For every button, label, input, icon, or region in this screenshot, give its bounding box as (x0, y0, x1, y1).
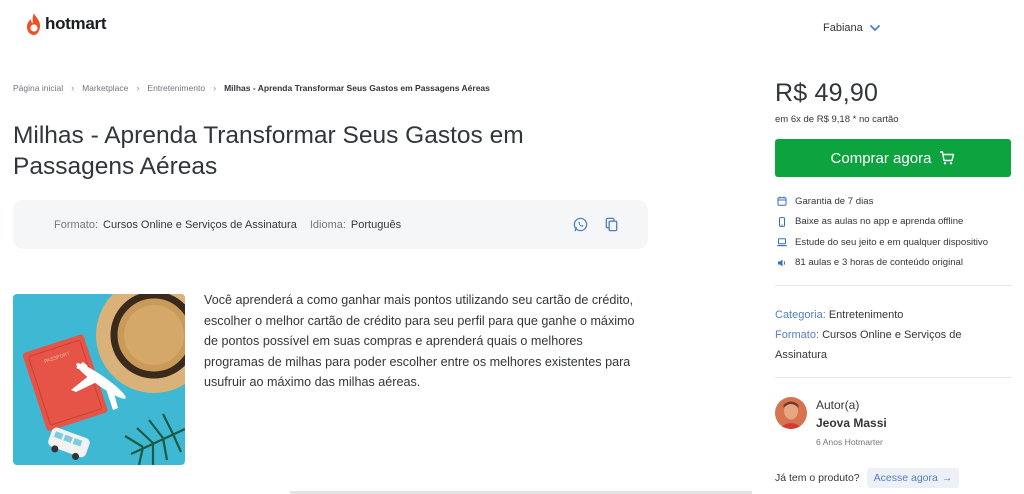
laptop-icon (777, 238, 787, 247)
hotmart-logo[interactable]: hotmart (25, 12, 106, 36)
author-card[interactable]: Autor(a) Jeova Massi 6 Anos Hotmarter (775, 397, 887, 449)
arrow-right-icon: → (941, 472, 953, 484)
author-label: Autor(a) (816, 398, 860, 412)
page-title: Milhas - Aprenda Transformar Seus Gastos… (13, 122, 524, 180)
share-icons (572, 216, 620, 233)
format-label: Formato: (54, 218, 99, 231)
language-value: Português (350, 218, 402, 231)
access-now-button[interactable]: Acesse agora → (866, 468, 960, 488)
avatar (775, 397, 807, 429)
logo-text: hotmart (45, 14, 107, 33)
breadcrumb-home[interactable]: Página inicial (13, 83, 63, 93)
breadcrumb-marketplace[interactable]: Marketplace (82, 83, 128, 93)
feature-item: 81 aulas e 3 horas de conteúdo original (777, 253, 988, 274)
feature-list: Garantia de 7 dias Baixe as aulas no app… (777, 191, 988, 273)
category-row: Categoria: Entretenimento (775, 305, 1011, 325)
breadcrumb: Página inicial › Marketplace › Entreteni… (13, 83, 490, 93)
format-info-box: Formato: Cursos Online e Serviços de Ass… (13, 200, 648, 249)
purchase-sidebar: R$ 49,90 em 6x de R$ 9,18 * no cartão Co… (762, 60, 1024, 494)
buy-now-button[interactable]: Comprar agora (775, 139, 1011, 177)
author-name: Jeova Massi (816, 416, 887, 430)
flame-icon (27, 13, 40, 35)
product-meta: Categoria: Entretenimento Formato: Curso… (775, 305, 1011, 365)
user-name: Fabiana (823, 22, 863, 34)
chevron-right-icon: › (136, 83, 140, 93)
chevron-down-icon (869, 25, 880, 32)
user-menu[interactable]: Fabiana (823, 22, 881, 34)
feature-item: Garantia de 7 dias (777, 191, 988, 212)
product-price: R$ 49,90 (775, 79, 879, 107)
header: hotmart Fabiana (0, 0, 1024, 60)
divider (775, 377, 1011, 378)
format-row: Formato: Cursos Online e Serviços de Ass… (775, 325, 1011, 365)
category-label: Categoria: (775, 309, 826, 321)
feature-text: 81 aulas e 3 horas de conteúdo original (795, 257, 964, 269)
meta-format-label: Formato: (775, 329, 820, 341)
feature-item: Estude do seu jeito e em qualquer dispos… (777, 232, 988, 253)
divider (775, 285, 1011, 286)
product-image: PASSPORT (13, 294, 185, 465)
whatsapp-icon[interactable] (572, 216, 589, 233)
chevron-right-icon: › (71, 83, 75, 93)
product-description: Você aprenderá a como ganhar mais pontos… (204, 293, 635, 390)
author-info: Autor(a) Jeova Massi 6 Anos Hotmarter (816, 397, 887, 449)
feature-text: Baixe as aulas no app e aprenda offline (795, 216, 964, 228)
language-label: Idioma: (309, 218, 346, 231)
volume-icon (778, 259, 786, 267)
copy-icon[interactable] (603, 216, 620, 233)
feature-text: Estude do seu jeito e em qualquer dispos… (795, 236, 989, 248)
author-experience: 6 Anos Hotmarter (816, 437, 883, 447)
cart-icon (940, 151, 955, 165)
chevron-right-icon: › (213, 83, 217, 93)
feature-text: Garantia de 7 dias (795, 195, 874, 207)
buy-now-label: Comprar agora (830, 149, 932, 167)
calendar-icon (777, 196, 787, 206)
breadcrumb-current: Milhas - Aprenda Transformar Seus Gastos… (224, 83, 490, 93)
installments-text: em 6x de R$ 9,18 * no cartão (775, 114, 899, 125)
mobile-icon (779, 216, 785, 227)
breadcrumb-category[interactable]: Entretenimento (147, 83, 205, 93)
existing-customer-row: Já tem o produto? Acesse agora → (775, 468, 960, 488)
access-now-label: Acesse agora (873, 472, 938, 484)
has-product-text: Já tem o produto? (775, 472, 860, 484)
format-value: Cursos Online e Serviços de Assinatura (103, 218, 297, 231)
category-value[interactable]: Entretenimento (829, 309, 904, 321)
feature-item: Baixe as aulas no app e aprenda offline (777, 212, 988, 233)
